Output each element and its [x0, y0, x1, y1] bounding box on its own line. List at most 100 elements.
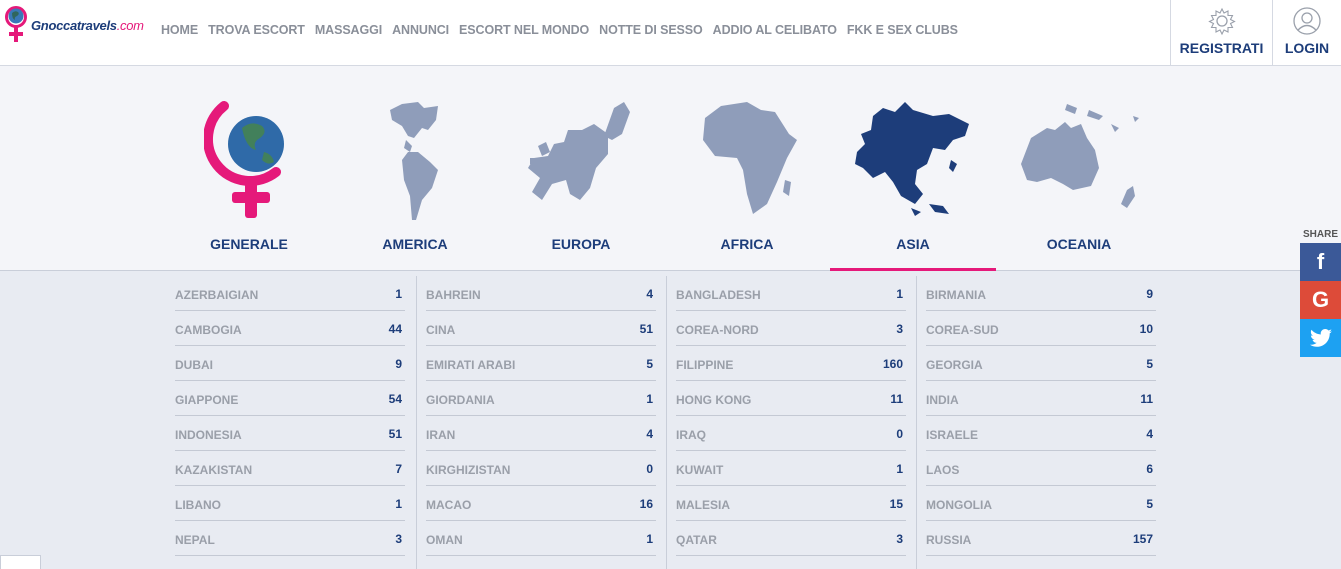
country-count: 9	[1146, 287, 1153, 301]
country-name: QATAR	[676, 533, 717, 547]
country-count: 9	[395, 357, 402, 371]
country-row[interactable]: COREA-NORD 3	[676, 311, 906, 346]
continent-tab-africa[interactable]: AFRICA	[664, 96, 830, 271]
country-row[interactable]: MACAO 16	[426, 486, 656, 521]
country-row[interactable]: BANGLADESH 1	[676, 276, 906, 311]
country-count: 51	[639, 322, 653, 336]
country-name: GIAPPONE	[175, 393, 239, 407]
country-column: BAHREIN 4 CINA 51 EMIRATI ARABI 5 GIORDANIA 1 IR…	[416, 276, 666, 569]
country-row[interactable]: BIRMANIA 9	[926, 276, 1156, 311]
country-row[interactable]: LIBANO 1	[175, 486, 405, 521]
country-name: BAHREIN	[426, 288, 481, 302]
country-name: KIRGHIZISTAN	[426, 463, 511, 477]
google-icon: G	[1311, 287, 1330, 312]
country-count: 10	[1139, 322, 1153, 336]
country-count: 3	[395, 532, 402, 546]
country-count: 157	[1132, 532, 1153, 546]
corner-widget	[0, 555, 41, 569]
country-row[interactable]: GIAPPONE 54	[175, 381, 405, 416]
nav-fkk-sex-clubs[interactable]: FKK E SEX CLUBS	[847, 23, 958, 37]
country-count: 4	[646, 287, 653, 301]
country-row[interactable]: KIRGHIZISTAN 0	[426, 451, 656, 486]
main-nav: HOME TROVA ESCORT MASSAGGI ANNUNCI ESCOR…	[161, 23, 968, 37]
country-row[interactable]: COREA-SUD 10	[926, 311, 1156, 346]
register-button[interactable]: REGISTRATI	[1170, 0, 1272, 66]
site-header: Gnoccatravels.com HOME TROVA ESCORT MASS…	[0, 0, 1341, 66]
country-count: 15	[889, 497, 903, 511]
nav-home[interactable]: HOME	[161, 23, 198, 37]
country-row[interactable]: IRAN 4	[426, 416, 656, 451]
country-count: 51	[388, 427, 402, 441]
country-row[interactable]: QATAR 3	[676, 521, 906, 556]
country-name: KUWAIT	[676, 463, 724, 477]
twitter-share-button[interactable]	[1300, 319, 1341, 357]
country-column: AZERBAIGIAN 1 CAMBOGIA 44 DUBAI 9 GIAPPONE 54 IN…	[166, 276, 416, 569]
login-button[interactable]: LOGIN	[1272, 0, 1341, 66]
country-name: GIORDANIA	[426, 393, 495, 407]
country-row[interactable]: IRAQ 0	[676, 416, 906, 451]
country-row[interactable]: NEPAL 3	[175, 521, 405, 556]
country-row[interactable]: KAZAKISTAN 7	[175, 451, 405, 486]
country-row[interactable]: AZERBAIGIAN 1	[175, 276, 405, 311]
continent-tab-america[interactable]: AMERICA	[332, 96, 498, 271]
google-share-button[interactable]: G	[1300, 281, 1341, 319]
user-icon	[1293, 7, 1321, 35]
continent-tab-europa[interactable]: EUROPA	[498, 96, 664, 271]
country-row[interactable]: MONGOLIA 5	[926, 486, 1156, 521]
country-count: 11	[1140, 392, 1153, 406]
nav-escort-nel-mondo[interactable]: ESCORT NEL MONDO	[459, 23, 589, 37]
country-count: 0	[646, 462, 653, 476]
country-row[interactable]: FILIPPINE 160	[676, 346, 906, 381]
facebook-share-button[interactable]: f	[1300, 243, 1341, 281]
country-name: MONGOLIA	[926, 498, 992, 512]
country-name: IRAQ	[676, 428, 706, 442]
country-row[interactable]: DUBAI 9	[175, 346, 405, 381]
country-name: BANGLADESH	[676, 288, 761, 302]
country-count: 3	[896, 322, 903, 336]
continent-selector: GENERALE AMERICA EUROPA AFRICA ASIA OCEA…	[0, 66, 1341, 271]
globe-venus-icon	[5, 6, 27, 42]
country-row[interactable]: HONG KONG 11	[676, 381, 906, 416]
country-row[interactable]: EMIRATI ARABI 5	[426, 346, 656, 381]
country-name: MALESIA	[676, 498, 730, 512]
country-row[interactable]: KUWAIT 1	[676, 451, 906, 486]
country-row[interactable]: BAHREIN 4	[426, 276, 656, 311]
nav-massaggi[interactable]: MASSAGGI	[315, 23, 382, 37]
country-row[interactable]: CAMBOGIA 44	[175, 311, 405, 346]
country-name: ISRAELE	[926, 428, 979, 442]
country-count: 16	[639, 497, 653, 511]
continent-tab-asia[interactable]: ASIA	[830, 96, 996, 271]
country-name: BIRMANIA	[926, 288, 986, 302]
country-name: INDONESIA	[175, 428, 242, 442]
country-row[interactable]: GEORGIA 5	[926, 346, 1156, 381]
country-name: LIBANO	[175, 498, 221, 512]
nav-addio-al-celibato[interactable]: ADDIO AL CELIBATO	[713, 23, 837, 37]
country-count: 0	[896, 427, 903, 441]
country-name: CINA	[426, 323, 456, 337]
country-row[interactable]: MALESIA 15	[676, 486, 906, 521]
country-row[interactable]: LAOS 6	[926, 451, 1156, 486]
country-row[interactable]: ISRAELE 4	[926, 416, 1156, 451]
country-row[interactable]: RUSSIA 157	[926, 521, 1156, 556]
country-row[interactable]: OMAN 1	[426, 521, 656, 556]
nav-annunci[interactable]: ANNUNCI	[392, 23, 449, 37]
nav-trova-escort[interactable]: TROVA ESCORT	[208, 23, 305, 37]
continent-tab-oceania[interactable]: OCEANIA	[996, 96, 1162, 271]
country-column: BIRMANIA 9 COREA-SUD 10 GEORGIA 5 INDIA 11 ISRAE…	[916, 276, 1166, 569]
logo-text: Gnoccatravels.com	[31, 17, 144, 33]
nav-notte-di-sesso[interactable]: NOTTE DI SESSO	[599, 23, 703, 37]
country-name: NEPAL	[175, 533, 215, 547]
country-row[interactable]: INDIA 11	[926, 381, 1156, 416]
gear-icon	[1207, 7, 1236, 36]
country-row[interactable]: CINA 51	[426, 311, 656, 346]
africa-map-icon	[703, 102, 797, 214]
site-logo[interactable]: Gnoccatravels.com	[3, 4, 144, 46]
globe-venus-icon	[204, 101, 284, 218]
country-name: COREA-SUD	[926, 323, 999, 337]
country-count: 3	[896, 532, 903, 546]
country-count: 1	[646, 532, 653, 546]
twitter-icon	[1309, 329, 1332, 347]
country-row[interactable]: INDONESIA 51	[175, 416, 405, 451]
continent-tab-generale[interactable]: GENERALE	[166, 96, 332, 271]
country-row[interactable]: GIORDANIA 1	[426, 381, 656, 416]
